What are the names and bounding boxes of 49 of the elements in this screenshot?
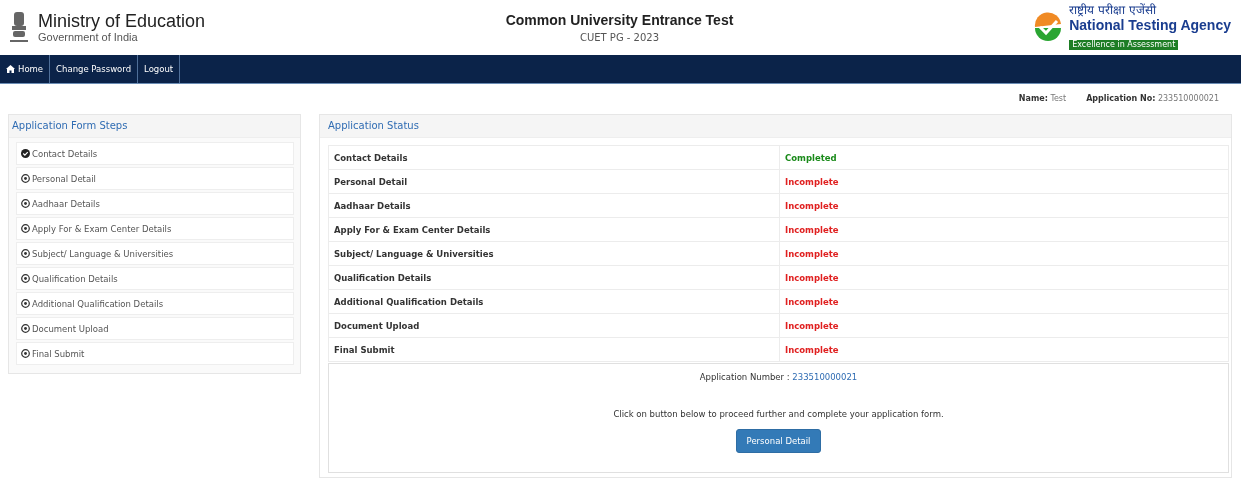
agency-tagline: Excellence in Assessment xyxy=(1069,40,1179,50)
section-cell: Final Submit xyxy=(328,337,780,362)
nav-link[interactable]: Home xyxy=(0,55,51,83)
panel-title: Application Form Steps xyxy=(9,115,300,138)
exam-title: Common University Entrance Test xyxy=(505,12,734,28)
agency-hindi-name: राष्ट्रीय परीक्षा एजेंसी xyxy=(1069,4,1157,18)
section-cell: Personal Detail xyxy=(328,169,780,194)
step-item[interactable]: Final Submit xyxy=(16,342,294,365)
status-cell: Incomplete xyxy=(779,169,1229,194)
status-cell: Incomplete xyxy=(779,313,1229,338)
name-value: Test xyxy=(1050,94,1067,103)
step-item[interactable]: Contact Details xyxy=(16,142,294,165)
status-cell: Incomplete xyxy=(779,241,1229,266)
status-cell: Completed xyxy=(779,145,1229,170)
status-cell: Incomplete xyxy=(779,289,1229,314)
home-icon xyxy=(6,65,15,73)
exam-subtitle: CUET PG - 2023 xyxy=(578,32,661,43)
instruction-text: Click on button below to proceed further and complete your application form. xyxy=(613,409,944,419)
section-cell: Aadhaar Details xyxy=(328,193,780,218)
nav-link[interactable]: Logout xyxy=(138,55,181,83)
application-no-label: Application No: xyxy=(1086,94,1156,103)
name-label: Name: xyxy=(1018,94,1048,103)
status-cell: Incomplete xyxy=(779,217,1229,242)
section-cell: Document Upload xyxy=(328,313,780,338)
section-cell: Qualification Details xyxy=(328,265,780,290)
step-item[interactable]: Personal Detail xyxy=(16,167,294,190)
application-number-label: Application Number : xyxy=(699,372,790,382)
step-item[interactable]: Additional Qualification Details xyxy=(16,292,294,315)
agency-name: National Testing Agency xyxy=(1069,17,1231,33)
panel-title: Application Status xyxy=(320,115,1231,138)
status-cell: Incomplete xyxy=(779,265,1229,290)
government-subtitle: Government of India xyxy=(38,32,139,43)
tick-logo-icon xyxy=(1033,12,1064,43)
personal-detail-button[interactable]: Personal Detail xyxy=(735,429,822,453)
step-item[interactable]: Document Upload xyxy=(16,317,294,340)
step-item[interactable]: Subject/ Language & Universities xyxy=(16,242,294,265)
application-no-value: 233510000021 xyxy=(1157,94,1219,103)
ministry-title: Ministry of Education xyxy=(38,12,206,30)
status-cell: Incomplete xyxy=(779,337,1229,362)
step-item[interactable]: Apply For & Exam Center Details xyxy=(16,217,294,240)
section-cell: Contact Details xyxy=(328,145,780,170)
step-item[interactable]: Qualification Details xyxy=(16,267,294,290)
section-cell: Additional Qualification Details xyxy=(328,289,780,314)
section-cell: Apply For & Exam Center Details xyxy=(328,217,780,242)
application-number-value: 233510000021 xyxy=(792,372,858,382)
section-cell: Subject/ Language & Universities xyxy=(328,241,780,266)
step-item[interactable]: Aadhaar Details xyxy=(16,192,294,215)
nav-link[interactable]: Change Password xyxy=(50,55,139,83)
status-cell: Incomplete xyxy=(779,193,1229,218)
